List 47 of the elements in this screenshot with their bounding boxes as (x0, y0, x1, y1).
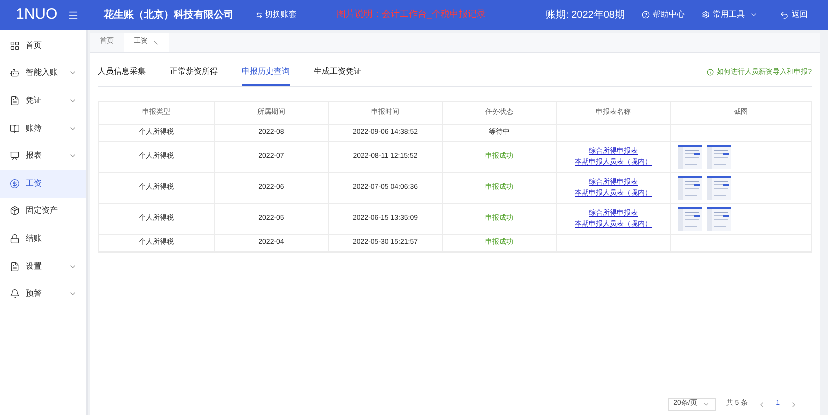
robot-icon (10, 68, 20, 78)
sidebar-item[interactable]: 设置 (0, 252, 86, 280)
tools-button[interactable]: 常用工具 (702, 9, 758, 21)
help-icon (642, 11, 650, 19)
bell-icon (10, 289, 20, 300)
sub-tab[interactable]: 人员信息采集 (98, 66, 146, 86)
close-icon[interactable] (153, 40, 159, 46)
settings-icon (702, 11, 710, 19)
sidebar-item[interactable]: 首页 (0, 32, 86, 60)
grid-icon (10, 40, 20, 51)
sub-tab[interactable]: 申报历史查询 (242, 66, 290, 86)
screenshot-thumbnail[interactable] (678, 176, 702, 200)
screenshot-thumbnail[interactable] (707, 145, 731, 169)
coin-icon (10, 178, 20, 189)
sidebar-item[interactable]: 账簿 (0, 114, 86, 142)
swap-icon (256, 12, 263, 18)
company-name: 花生账（北京）科技有限公司 (104, 8, 234, 22)
back-button[interactable]: 返回 (780, 9, 808, 21)
chevron-icon (750, 11, 758, 19)
document-icon (10, 96, 20, 106)
notice-text: 图片说明：会计工作台_个税申报记录 (337, 8, 486, 22)
screenshot-thumbnail[interactable] (707, 176, 731, 200)
info-icon (707, 69, 714, 76)
sub-tab[interactable]: 生成工资凭证 (314, 66, 362, 86)
sidebar-item[interactable]: 固定资产 (0, 198, 86, 226)
menu-icon[interactable] (68, 10, 79, 20)
sub-tab[interactable]: 正常薪资所得 (170, 66, 218, 86)
chevron-icon (703, 401, 710, 408)
chart-icon (10, 151, 20, 162)
box-icon (10, 206, 20, 216)
sidebar-item[interactable]: 工资 (0, 170, 86, 198)
sidebar-item[interactable]: 预警 (0, 280, 86, 308)
switch-account-button[interactable]: 切换账套 (256, 9, 297, 21)
sidebar-item[interactable]: 结账 (0, 225, 86, 253)
screenshot-thumbnail[interactable] (678, 145, 702, 169)
back-arrow-icon (780, 10, 789, 20)
document-icon (10, 262, 20, 272)
logo: 1NUO (15, 4, 58, 25)
sidebar-item[interactable]: 凭证 (0, 87, 86, 115)
help-button[interactable]: 帮助中心 (642, 9, 685, 21)
period-label: 账期: 2022年08期 (546, 8, 625, 22)
sidebar-item[interactable]: 报表 (0, 142, 86, 170)
screenshot-thumbnail[interactable] (678, 207, 702, 231)
book-icon (10, 124, 20, 134)
screenshot-thumbnail[interactable] (707, 207, 731, 231)
lock-icon (10, 234, 20, 244)
sidebar-item[interactable]: 智能入账 (0, 60, 86, 88)
